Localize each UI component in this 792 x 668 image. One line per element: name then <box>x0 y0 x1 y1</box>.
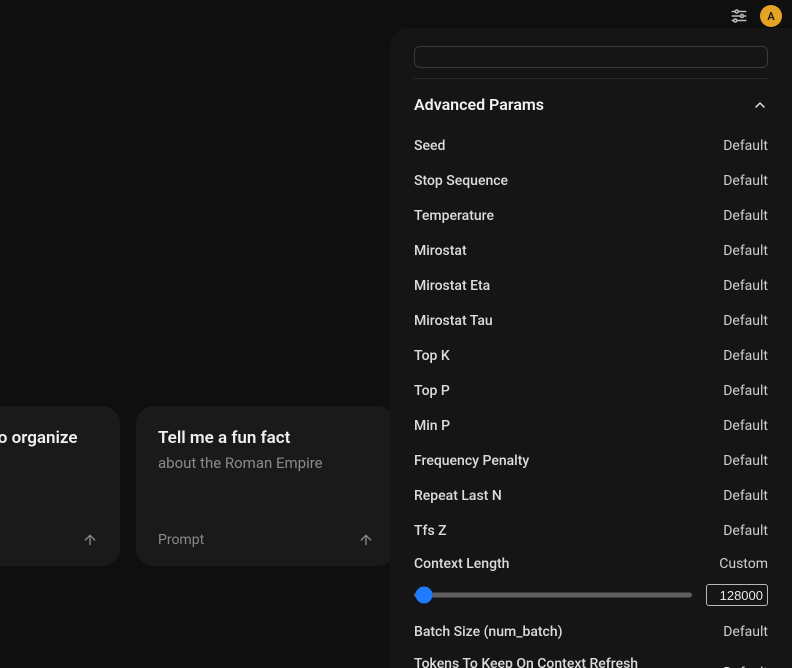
param-label: Stop Sequence <box>414 173 508 189</box>
param-label: Repeat Last N <box>414 488 502 504</box>
param-label: Mirostat Tau <box>414 313 493 329</box>
param-row-tfs-z: Tfs Z Default <box>414 513 768 548</box>
suggestion-card[interactable]: Show me how to organize my kids' art <box>0 406 120 566</box>
param-label: Top P <box>414 383 450 399</box>
context-length-slider[interactable] <box>414 586 692 604</box>
param-row-mirostat-tau: Mirostat Tau Default <box>414 303 768 338</box>
param-row-top-k: Top K Default <box>414 338 768 373</box>
param-row-context-length: Context Length Custom <box>414 550 768 578</box>
suggestion-card[interactable]: Tell me a fun fact about the Roman Empir… <box>136 406 396 566</box>
card-title: Show me how to organize <box>0 428 98 448</box>
param-value[interactable]: Default <box>723 138 768 154</box>
param-value[interactable]: Custom <box>719 556 768 572</box>
param-label: Min P <box>414 418 450 434</box>
param-value[interactable]: Default <box>723 313 768 329</box>
param-row-stop-sequence: Stop Sequence Default <box>414 163 768 198</box>
param-label: Context Length <box>414 556 509 572</box>
advanced-params-header[interactable]: Advanced Params <box>414 95 768 114</box>
param-value[interactable]: Default <box>723 208 768 224</box>
param-label: Seed <box>414 138 445 154</box>
param-row-batch-size-num-batch: Batch Size (num_batch) Default <box>414 614 768 649</box>
param-row-mirostat-eta: Mirostat Eta Default <box>414 268 768 303</box>
context-length-input[interactable] <box>706 584 768 606</box>
chevron-up-icon <box>752 97 768 113</box>
advanced-params-panel: Advanced Params SeedDefaultStop Sequence… <box>390 28 792 668</box>
card-title: Tell me a fun fact <box>158 428 374 448</box>
param-label: Batch Size (num_batch) <box>414 624 563 640</box>
card-footer-label: Prompt <box>158 532 204 548</box>
param-label: Tokens To Keep On Context Refresh (num_k… <box>414 655 638 668</box>
param-value[interactable]: Default <box>723 173 768 189</box>
param-value[interactable]: Default <box>723 243 768 259</box>
param-label: Mirostat Eta <box>414 278 490 294</box>
param-label: Top K <box>414 348 450 364</box>
param-row-top-p: Top P Default <box>414 373 768 408</box>
arrow-up-icon <box>358 532 374 548</box>
param-row-frequency-penalty: Frequency Penalty Default <box>414 443 768 478</box>
param-label: Temperature <box>414 208 494 224</box>
param-value[interactable]: Default <box>723 418 768 434</box>
param-row-repeat-last-n: Repeat Last N Default <box>414 478 768 513</box>
param-row-min-p: Min P Default <box>414 408 768 443</box>
param-row-mirostat: Mirostat Default <box>414 233 768 268</box>
suggestion-cards: Show me how to organize my kids' art Tel… <box>0 406 396 566</box>
divider <box>414 78 768 79</box>
param-row-tokens-keep: Tokens To Keep On Context Refresh (num_k… <box>414 655 768 668</box>
param-value[interactable]: Default <box>723 278 768 294</box>
system-prompt-input[interactable] <box>414 46 768 68</box>
card-subtitle: about the Roman Empire <box>158 454 374 472</box>
card-subtitle: my kids' art <box>0 454 98 472</box>
param-value[interactable]: Default <box>723 453 768 469</box>
param-label: Mirostat <box>414 243 467 259</box>
param-value[interactable]: Default <box>723 383 768 399</box>
param-row-seed: Seed Default <box>414 128 768 163</box>
settings-sliders-icon[interactable] <box>730 7 748 25</box>
param-label: Tfs Z <box>414 523 447 539</box>
param-label: Frequency Penalty <box>414 453 529 469</box>
param-value[interactable]: Default <box>723 348 768 364</box>
section-title: Advanced Params <box>414 95 544 114</box>
arrow-up-icon <box>82 532 98 548</box>
param-row-temperature: Temperature Default <box>414 198 768 233</box>
param-value[interactable]: Default <box>723 488 768 504</box>
param-value[interactable]: Default <box>723 523 768 539</box>
param-value[interactable]: Default <box>723 624 768 640</box>
avatar[interactable]: A <box>760 5 782 27</box>
